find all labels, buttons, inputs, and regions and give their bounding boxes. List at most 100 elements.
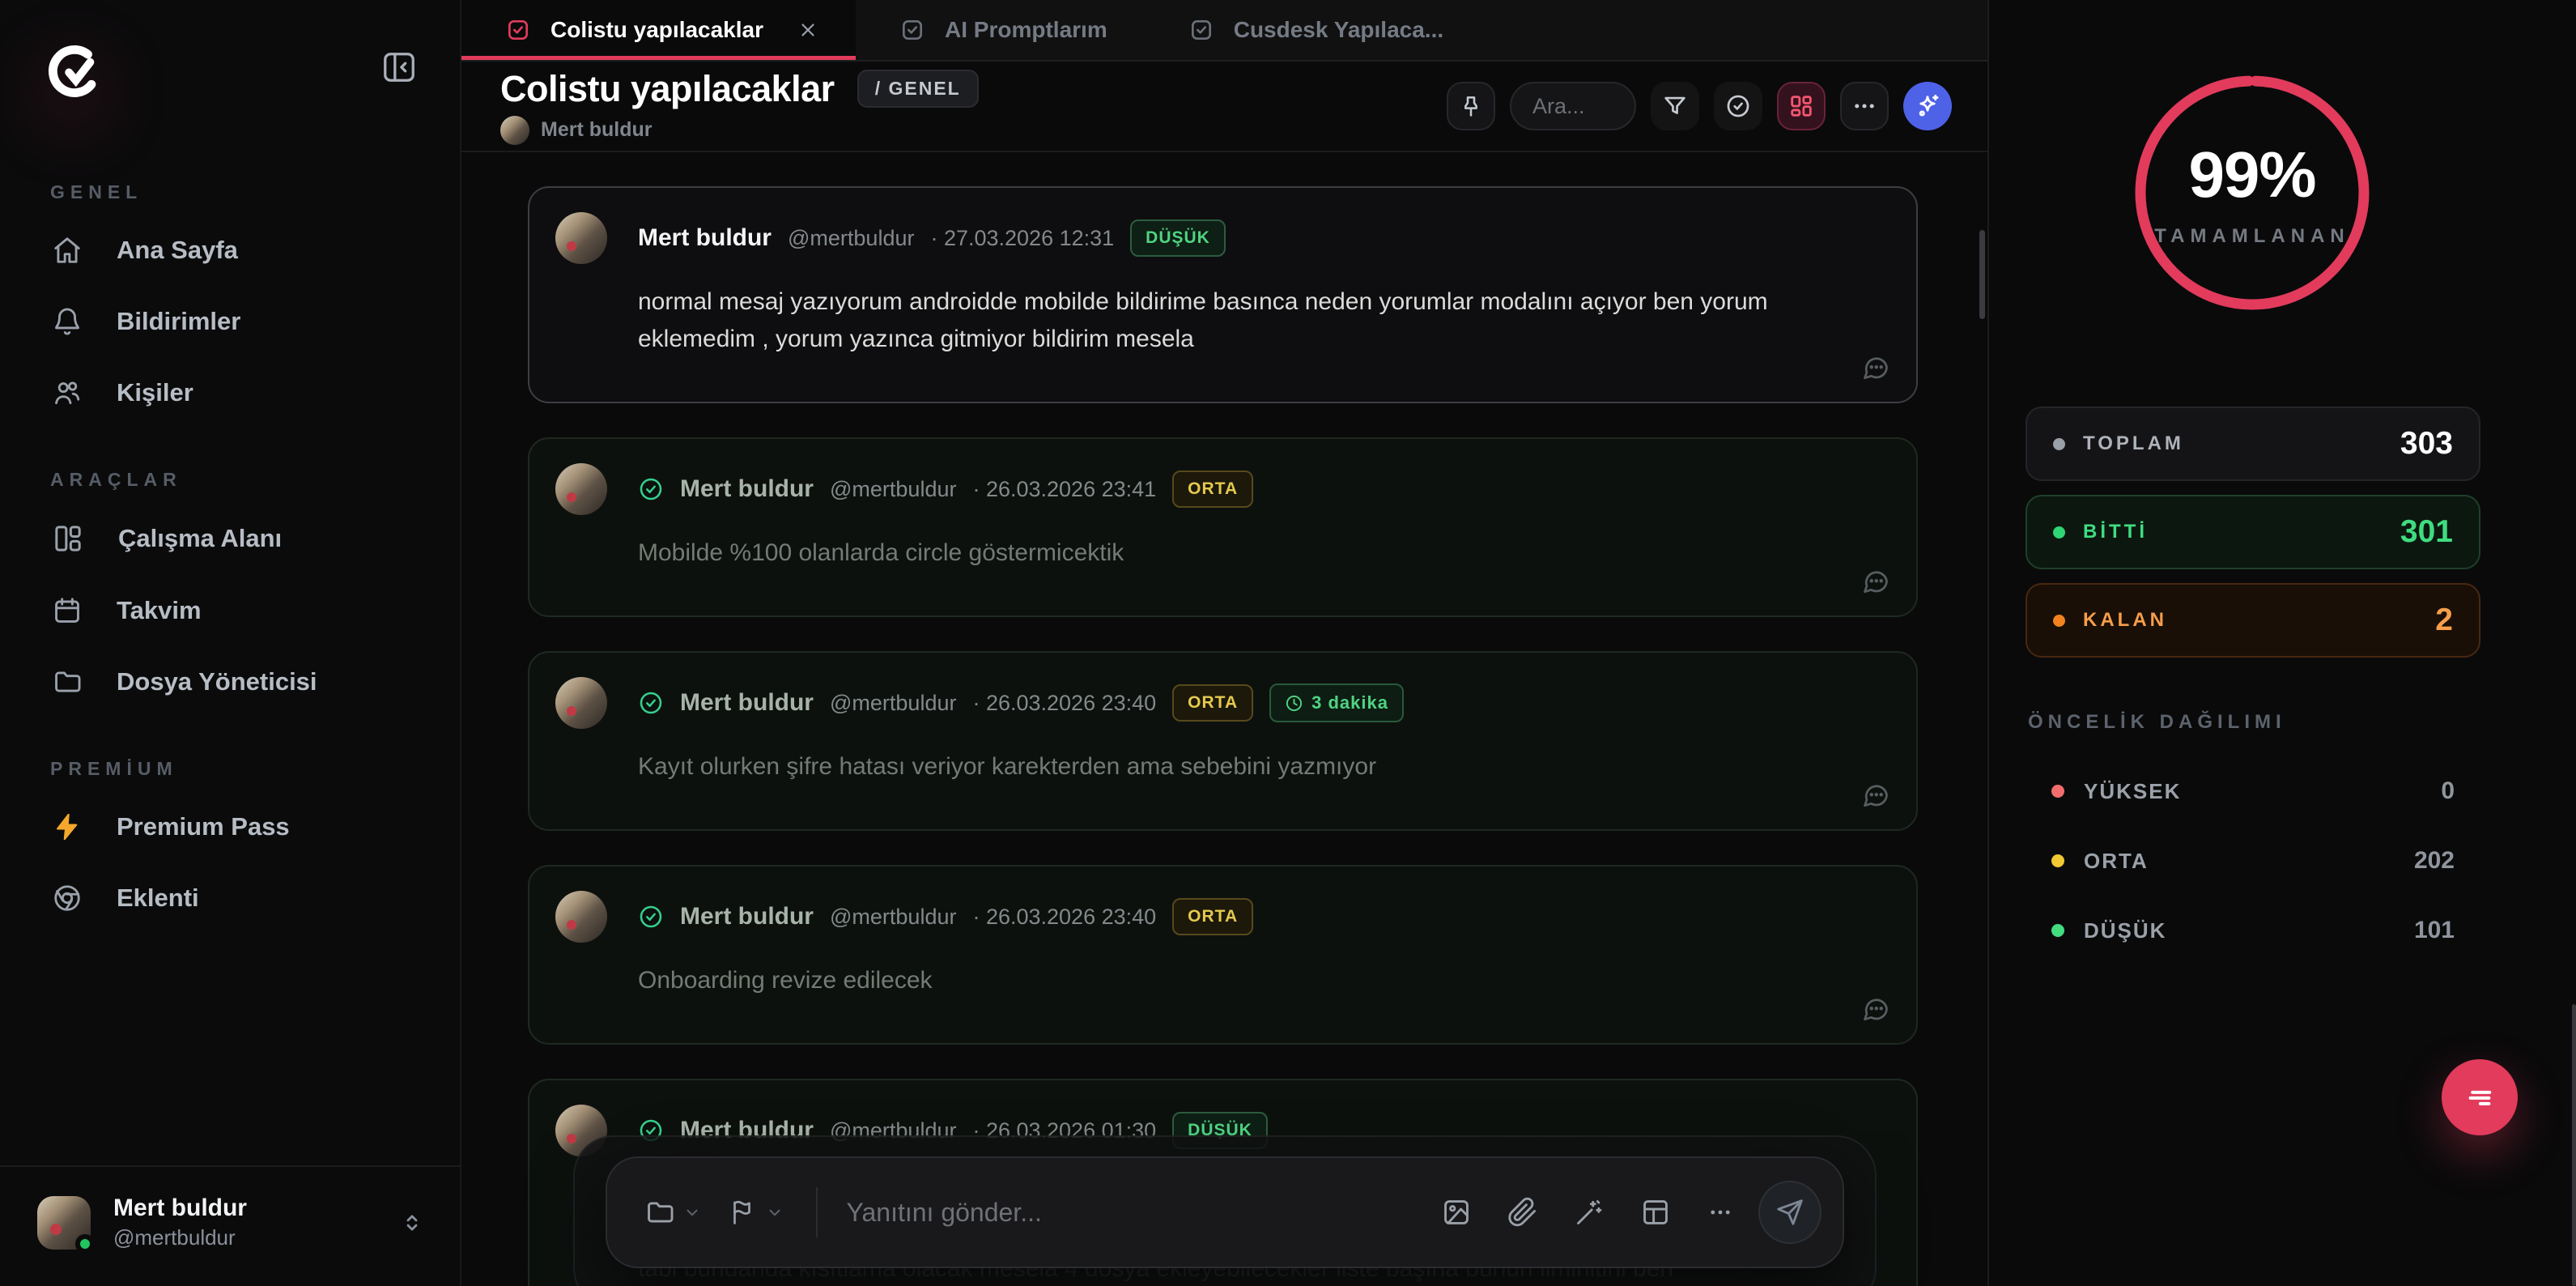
table-button[interactable] <box>1640 1197 1671 1228</box>
sidebar-item-label: Kişiler <box>117 378 193 407</box>
sidebar-item-premium-pass[interactable]: Premium Pass <box>0 791 460 862</box>
sidebar-item-dosya-yoneticisi[interactable]: Dosya Yöneticisi <box>0 646 460 718</box>
space-badge: / GENEL <box>857 70 979 108</box>
completed-filter-button[interactable] <box>1714 82 1762 130</box>
user-avatar <box>37 1195 95 1254</box>
message-author: Mert buldur <box>680 475 814 502</box>
home-icon <box>52 235 83 266</box>
stat-bitti: BİTTİ 301 <box>2026 495 2480 569</box>
app-logo-icon <box>45 42 107 104</box>
message-list[interactable]: Mert buldur @mertbuldur · 27.03.2026 12:… <box>461 152 1987 1286</box>
more-actions-button[interactable] <box>1707 1199 1734 1226</box>
ai-assistant-button[interactable] <box>1903 82 1952 130</box>
sidebar-item-label: Premium Pass <box>117 812 290 841</box>
message-date: · 26.03.2026 23:40 <box>972 690 1157 715</box>
sidebar-section-araclar: ARAÇLAR <box>50 469 182 490</box>
sidebar-item-label: Çalışma Alanı <box>118 524 283 552</box>
comment-icon[interactable] <box>1861 994 1890 1024</box>
bell-icon <box>52 306 83 337</box>
sidebar-item-takvim[interactable]: Takvim <box>0 575 460 646</box>
dot-icon <box>2051 785 2064 798</box>
message-author: Mert buldur <box>638 224 772 251</box>
sidebar-nav: GENEL Ana Sayfa Bildirimler Kişiler ARAÇ… <box>0 181 460 934</box>
comment-icon[interactable] <box>1861 781 1890 810</box>
message-card[interactable]: Mert buldur @mertbuldur · 26.03.2026 23:… <box>528 865 1918 1045</box>
comment-icon[interactable] <box>1861 353 1890 382</box>
sidebar-item-calisma-alani[interactable]: Çalışma Alanı <box>0 502 460 575</box>
sidebar-section-premium: PREMİUM <box>50 758 178 779</box>
message-card[interactable]: Mert buldur @mertbuldur · 26.03.2026 23:… <box>528 437 1918 617</box>
search-input[interactable] <box>1532 93 1613 119</box>
pin-button[interactable] <box>1447 82 1495 130</box>
completion-percent: 99% <box>2188 138 2316 211</box>
users-icon <box>52 377 83 408</box>
filter-button[interactable] <box>1651 82 1699 130</box>
sidebar-item-kisiler[interactable]: Kişiler <box>0 357 460 428</box>
window-scrollbar[interactable] <box>2572 1004 2576 1286</box>
message-date: · 27.03.2026 12:31 <box>930 225 1115 250</box>
tab-label: Colistu yapılacaklar <box>550 17 764 42</box>
priority-badge: DÜŞÜK <box>1130 219 1226 257</box>
board-view-button[interactable] <box>1777 82 1826 130</box>
send-button[interactable] <box>1758 1181 1821 1244</box>
category-select[interactable] <box>644 1197 701 1228</box>
user-menu[interactable]: Mert buldur @mertbuldur <box>0 1165 460 1286</box>
sidebar-item-label: Takvim <box>117 596 202 624</box>
search-box[interactable] <box>1510 82 1636 130</box>
online-status-dot <box>75 1233 95 1254</box>
message-card[interactable]: Mert buldur @mertbuldur · 26.03.2026 23:… <box>528 651 1918 831</box>
sidebar-item-ana-sayfa[interactable]: Ana Sayfa <box>0 215 460 286</box>
clock-icon <box>1286 695 1303 711</box>
priority-badge: ORTA <box>1172 898 1254 935</box>
completed-check-icon <box>638 690 664 716</box>
dot-icon <box>2053 614 2065 627</box>
dot-icon <box>2051 924 2064 937</box>
grid-icon <box>1791 96 1812 117</box>
ellipsis-icon <box>1855 104 1874 109</box>
chevron-down-icon <box>766 1203 784 1221</box>
priority-select[interactable] <box>729 1198 784 1227</box>
avatar <box>555 891 607 943</box>
tab-cusdesk-yapilacaklar[interactable]: Cusdesk Yapılaca... <box>1145 0 1481 60</box>
tab-label: AI Promptlarım <box>945 17 1107 42</box>
tab-ai-promptlarim[interactable]: AI Promptlarım <box>856 0 1145 60</box>
attach-file-button[interactable] <box>1507 1197 1538 1228</box>
dot-icon <box>2053 437 2065 450</box>
sidebar-collapse-icon[interactable] <box>380 49 418 86</box>
sidebar-item-bildirimler[interactable]: Bildirimler <box>0 286 460 357</box>
priority-distribution-heading: ÖNCELİK DAĞILIMI <box>2028 711 2286 733</box>
message-handle: @mertbuldur <box>830 476 957 501</box>
attach-image-button[interactable] <box>1441 1197 1472 1228</box>
composer-backdrop <box>572 1135 1877 1286</box>
tab-colistu-yapilacaklar[interactable]: Colistu yapılacaklar <box>461 0 857 60</box>
priority-row-orta: ORTA 202 <box>2026 826 2480 896</box>
scrollbar-thumb[interactable] <box>1979 230 1985 319</box>
close-icon[interactable] <box>797 19 818 40</box>
message-handle: @mertbuldur <box>788 225 915 250</box>
avatar <box>555 677 607 729</box>
checkbox-icon <box>1188 17 1214 43</box>
more-options-button[interactable] <box>1840 82 1889 130</box>
message-date: · 26.03.2026 23:41 <box>972 476 1157 501</box>
chevrons-up-down-icon <box>400 1211 424 1235</box>
checkbox-icon <box>899 17 925 43</box>
sidebar-item-eklenti[interactable]: Eklenti <box>0 862 460 934</box>
checkbox-icon <box>505 17 531 43</box>
priority-rows: YÜKSEK 0 ORTA 202 DÜŞÜK 101 <box>2026 756 2480 965</box>
avatar <box>555 463 607 515</box>
comment-icon[interactable] <box>1861 567 1890 596</box>
paperclip-icon <box>1507 1197 1536 1227</box>
user-name: Mert buldur <box>113 1194 247 1221</box>
message-card[interactable]: Mert buldur @mertbuldur · 27.03.2026 12:… <box>528 186 1918 403</box>
duration-badge: 3 dakika <box>1269 683 1404 722</box>
message-text: Onboarding revize edilecek <box>638 967 933 994</box>
zap-icon <box>52 811 83 842</box>
reply-composer[interactable] <box>605 1156 1844 1268</box>
dot-icon <box>2053 526 2065 539</box>
sidebar-item-label: Bildirimler <box>117 307 241 335</box>
filter-lines-icon <box>2468 1090 2492 1105</box>
ai-write-button[interactable] <box>1574 1197 1605 1228</box>
reply-input[interactable] <box>846 1197 1425 1228</box>
filter-list-fab[interactable] <box>2442 1059 2518 1135</box>
page-title: Colistu yapılacaklar <box>500 67 835 109</box>
